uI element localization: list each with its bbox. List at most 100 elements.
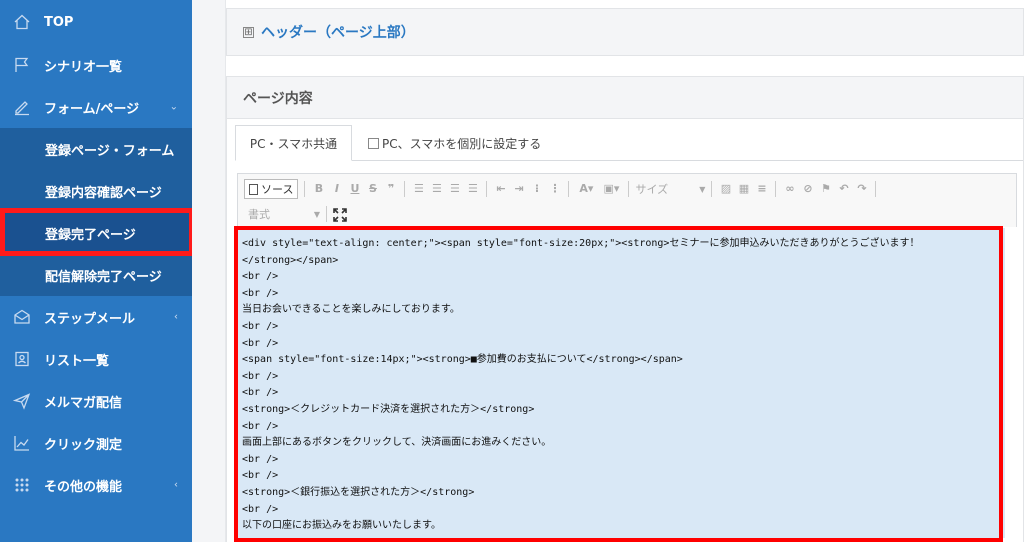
left-gutter xyxy=(192,0,226,542)
bulleted-list-icon[interactable]: ⁝ xyxy=(529,180,544,198)
link-icon[interactable]: ∞ xyxy=(782,180,797,198)
align-left-icon[interactable]: ☰ xyxy=(411,180,426,198)
source-editor[interactable]: <div style="text-align: center;"><span s… xyxy=(237,228,1005,538)
sidebar-item-label: 登録完了ページ xyxy=(45,227,136,243)
sidebar-subitem-completion-page[interactable]: 登録完了ページ xyxy=(0,212,192,254)
format-label: 書式 xyxy=(248,208,270,221)
sidebar-item-label: クリック測定 xyxy=(44,437,123,453)
sidebar-item-top[interactable]: TOP xyxy=(0,0,192,44)
sidebar-subitem-unsubscribe-page[interactable]: 配信解除完了ページ xyxy=(0,254,192,296)
source-button[interactable]: ソース xyxy=(244,179,299,199)
text-color-icon[interactable]: A▾ xyxy=(575,180,597,198)
align-justify-icon[interactable]: ☰ xyxy=(465,180,480,198)
font-size-select[interactable]: サイズ ▼ xyxy=(635,180,705,198)
flag-icon xyxy=(13,56,31,74)
toolbar-separator xyxy=(711,181,713,197)
code-line: 当日お会いできることを楽しみにしております。 xyxy=(242,304,460,316)
chevron-down-icon: ▼ xyxy=(313,209,320,219)
main-content: ⊞ ヘッダー（ページ上部） ページ内容 PC・スマホ共通 PC、スマホを個別に設… xyxy=(192,0,1024,542)
toolbar-separator xyxy=(775,181,777,197)
sidebar-item-step-mail[interactable]: ステップメール ‹ xyxy=(0,296,192,338)
sidebar-item-label: 登録内容確認ページ xyxy=(45,185,162,201)
editor-toolbar: ソース B I U S ❞ ☰ ☰ ☰ ☰ ⇤ ⇥ ⁝ ⋮ A▾ ▣▾ サイズ … xyxy=(237,173,1017,227)
toolbar-separator xyxy=(486,181,488,197)
code-line: 画面上部にあるボタンをクリックして、決済画面にお進みください。 xyxy=(242,437,552,449)
sidebar-item-label: メルマガ配信 xyxy=(44,395,123,411)
undo-icon[interactable]: ↶ xyxy=(836,180,851,198)
page-content-panel: ページ内容 PC・スマホ共通 PC、スマホを個別に設定する ソース B I U … xyxy=(226,76,1024,542)
toolbar-separator xyxy=(304,181,306,197)
code-line: <strong>＜銀行振込を選択された方＞</strong> xyxy=(242,486,475,498)
numbered-list-icon[interactable]: ⋮ xyxy=(547,180,562,198)
grid-dots-icon xyxy=(13,476,31,494)
sidebar-subitem-confirmation-page[interactable]: 登録内容確認ページ xyxy=(0,170,192,212)
bold-icon[interactable]: B xyxy=(311,180,326,198)
sidebar-item-list[interactable]: リスト一覧 xyxy=(0,338,192,380)
sidebar-item-mailmag[interactable]: メルマガ配信 xyxy=(0,380,192,422)
toolbar-separator xyxy=(404,181,406,197)
indent-icon[interactable]: ⇥ xyxy=(511,180,526,198)
chevron-left-icon: ‹ xyxy=(174,479,178,491)
code-line: <br /> xyxy=(242,337,279,349)
sidebar-item-label: TOP xyxy=(44,14,74,30)
horizontal-rule-icon[interactable]: ≡ xyxy=(754,180,769,198)
page-content-title: ページ内容 xyxy=(227,77,1023,119)
sidebar-item-label: リスト一覧 xyxy=(44,353,110,369)
table-icon[interactable]: ▦ xyxy=(736,180,751,198)
underline-icon[interactable]: U xyxy=(347,180,362,198)
code-line: <strong>＜クレジットカード決済を選択された方＞</strong> xyxy=(242,403,535,415)
outdent-icon[interactable]: ⇤ xyxy=(493,180,508,198)
pen-icon xyxy=(13,98,31,116)
sidebar-item-other[interactable]: その他の機能 ‹ xyxy=(0,464,192,506)
document-icon xyxy=(249,183,258,195)
tab-pc-smartphone-common[interactable]: PC・スマホ共通 xyxy=(235,125,352,161)
italic-icon[interactable]: I xyxy=(329,180,344,198)
chevron-down-icon: ▼ xyxy=(699,184,706,194)
code-line: <br /> xyxy=(242,271,279,283)
chart-line-icon xyxy=(13,434,31,452)
separate-settings-label: PC、スマホを個別に設定する xyxy=(382,137,542,151)
font-size-label: サイズ xyxy=(635,183,669,196)
code-line: <br /> xyxy=(242,420,279,432)
separate-settings-checkbox[interactable] xyxy=(368,138,379,149)
chevron-down-icon: ⌄ xyxy=(169,101,178,113)
code-line: <br /> xyxy=(242,453,279,465)
background-color-icon[interactable]: ▣▾ xyxy=(600,180,622,198)
sidebar-item-scenario-list[interactable]: シナリオ一覧 xyxy=(0,44,192,86)
chevron-left-icon: ‹ xyxy=(174,311,178,323)
contact-list-icon xyxy=(13,350,31,368)
tab-divider xyxy=(352,160,1023,161)
toolbar-separator xyxy=(628,181,630,197)
sidebar-item-label: ステップメール xyxy=(44,311,136,327)
code-line: <span style="font-size:14px;"><strong>■参… xyxy=(242,354,683,366)
strikethrough-icon[interactable]: S xyxy=(365,180,380,198)
maximize-icon[interactable] xyxy=(333,207,347,222)
align-right-icon[interactable]: ☰ xyxy=(447,180,462,198)
toolbar-separator xyxy=(568,181,570,197)
toolbar-separator xyxy=(326,206,327,222)
header-panel-title[interactable]: ヘッダー（ページ上部） xyxy=(261,22,415,42)
code-line: 以下の口座にお振込みをお願いいたします。 xyxy=(242,520,441,532)
send-icon xyxy=(13,392,31,410)
separate-settings-toggle[interactable]: PC、スマホを個別に設定する xyxy=(368,135,541,152)
sidebar-item-label: その他の機能 xyxy=(44,479,123,495)
sidebar-item-click-measure[interactable]: クリック測定 xyxy=(0,422,192,464)
sidebar-item-form-page[interactable]: フォーム/ページ ⌄ xyxy=(0,86,192,128)
header-panel[interactable]: ⊞ ヘッダー（ページ上部） xyxy=(226,8,1024,56)
code-line: <br /> xyxy=(242,503,279,515)
code-line: <br /> xyxy=(242,287,279,299)
format-select[interactable]: 書式 ▼ xyxy=(244,205,320,223)
code-line: <br /> xyxy=(242,320,279,332)
expand-icon[interactable]: ⊞ xyxy=(243,26,254,38)
code-line: <br /> xyxy=(242,370,279,382)
sidebar-subitem-registration-form[interactable]: 登録ページ・フォーム xyxy=(0,128,192,170)
redo-icon[interactable]: ↷ xyxy=(854,180,869,198)
blockquote-icon[interactable]: ❞ xyxy=(383,180,398,198)
sidebar: TOP シナリオ一覧 フォーム/ページ ⌄ 登録ページ・フォーム 登録内容確認ペ… xyxy=(0,0,192,542)
unlink-icon[interactable]: ⊘ xyxy=(800,180,815,198)
image-icon[interactable]: ▨ xyxy=(718,180,733,198)
source-button-label: ソース xyxy=(261,183,294,196)
code-line: <br /> xyxy=(242,387,279,399)
anchor-flag-icon[interactable]: ⚑ xyxy=(818,180,833,198)
align-center-icon[interactable]: ☰ xyxy=(429,180,444,198)
